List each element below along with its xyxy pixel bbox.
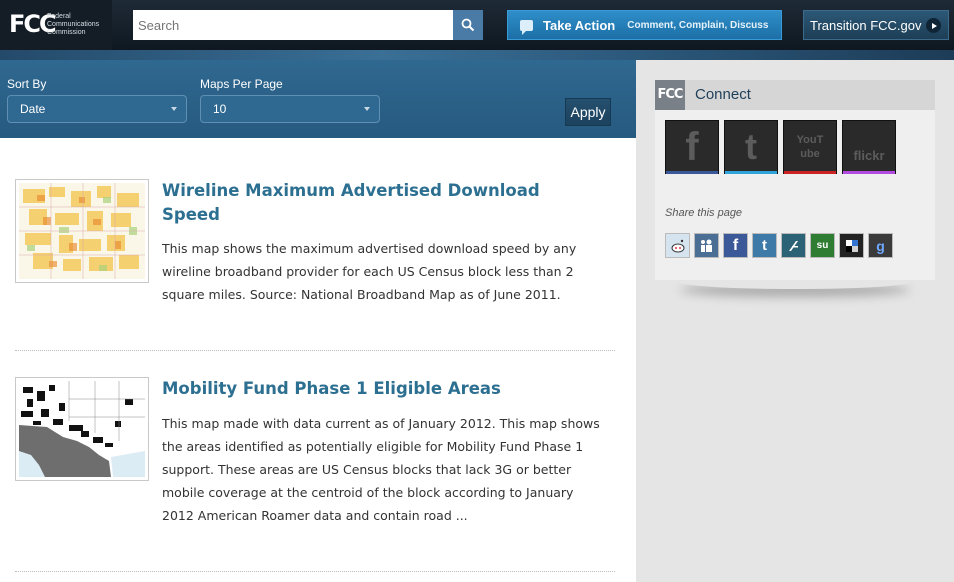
map-description-download-speed: This map shows the maximum advertised do… xyxy=(162,241,577,302)
sort-by-label: Sort By xyxy=(7,77,47,91)
flickr-link[interactable]: flickr xyxy=(842,120,896,174)
facebook-icon: f xyxy=(732,236,739,254)
transition-fcc-label: Transition FCC.gov xyxy=(810,17,922,33)
play-arrow-icon xyxy=(926,18,941,33)
take-action-button[interactable]: Take Action Comment, Complain, Discuss xyxy=(507,10,782,40)
flickr-accent-bar xyxy=(843,171,895,174)
youtube-icon: YouTube xyxy=(796,134,824,160)
fark-icon xyxy=(788,240,798,251)
take-action-title: Take Action xyxy=(543,17,616,33)
twitter-link[interactable]: t xyxy=(724,120,778,174)
maps-per-page-value: 10 xyxy=(213,102,227,116)
maps-per-page-select[interactable]: 10 xyxy=(200,95,380,123)
facebook-link[interactable]: f xyxy=(665,120,719,174)
share-fark-button[interactable] xyxy=(781,233,806,258)
mobility-fund-map-image xyxy=(19,381,145,477)
maps-per-page-label: Maps Per Page xyxy=(200,77,283,91)
list-divider xyxy=(15,571,615,572)
fcc-logo-mark: FCC xyxy=(9,10,57,38)
google-icon: g xyxy=(876,237,885,254)
download-speed-map-image xyxy=(19,183,145,279)
search-button[interactable] xyxy=(453,10,483,40)
speech-bubble-icon xyxy=(520,19,533,35)
fcc-logo-text: Federal Communications Commission xyxy=(47,13,100,36)
share-this-page-label: Share this page xyxy=(665,207,743,219)
header-decor-strip xyxy=(0,50,954,60)
map-title-mobility-fund[interactable]: Mobility Fund Phase 1 Eligible Areas xyxy=(162,377,592,401)
chevron-down-icon xyxy=(171,107,177,111)
share-myspace-button[interactable] xyxy=(694,233,719,258)
map-thumbnail-download-speed[interactable] xyxy=(15,179,149,283)
connect-title: Connect xyxy=(695,86,751,103)
share-google-button[interactable]: g xyxy=(868,233,893,258)
apply-button[interactable]: Apply xyxy=(565,98,611,126)
sort-by-select[interactable]: Date xyxy=(7,95,187,123)
chevron-down-icon xyxy=(364,107,370,111)
transition-fcc-button[interactable]: Transition FCC.gov xyxy=(803,10,949,40)
youtube-accent-bar xyxy=(784,171,836,174)
fcc-logo[interactable]: FCC Federal Communications Commission xyxy=(0,0,112,50)
stumbleupon-icon: su xyxy=(816,240,829,251)
share-facebook-button[interactable]: f xyxy=(723,233,748,258)
take-action-subtitle: Comment, Complain, Discuss xyxy=(627,19,769,31)
reddit-icon xyxy=(671,239,684,252)
twitter-icon: t xyxy=(745,126,757,167)
map-description-mobility-fund: This map made with data current as of Ja… xyxy=(162,416,600,523)
list-divider xyxy=(15,350,615,351)
share-delicious-button[interactable] xyxy=(839,233,864,258)
twitter-accent-bar xyxy=(725,171,777,174)
facebook-accent-bar xyxy=(666,171,718,174)
sort-by-value: Date xyxy=(20,102,46,116)
search-input[interactable] xyxy=(133,10,453,40)
map-title-download-speed[interactable]: Wireline Maximum Advertised Download Spe… xyxy=(162,179,592,227)
flickr-icon: flickr xyxy=(853,147,885,163)
facebook-icon: f xyxy=(685,124,699,169)
share-stumbleupon-button[interactable]: su xyxy=(810,233,835,258)
fcc-small-logo: FCC xyxy=(655,80,685,110)
twitter-icon: t xyxy=(762,237,767,254)
share-reddit-button[interactable] xyxy=(665,233,690,258)
delicious-icon xyxy=(845,239,858,252)
search-icon xyxy=(461,18,475,32)
myspace-icon xyxy=(700,239,712,252)
youtube-link[interactable]: YouTube xyxy=(783,120,837,174)
map-thumbnail-mobility-fund[interactable] xyxy=(15,377,149,481)
share-twitter-button[interactable]: t xyxy=(752,233,777,258)
